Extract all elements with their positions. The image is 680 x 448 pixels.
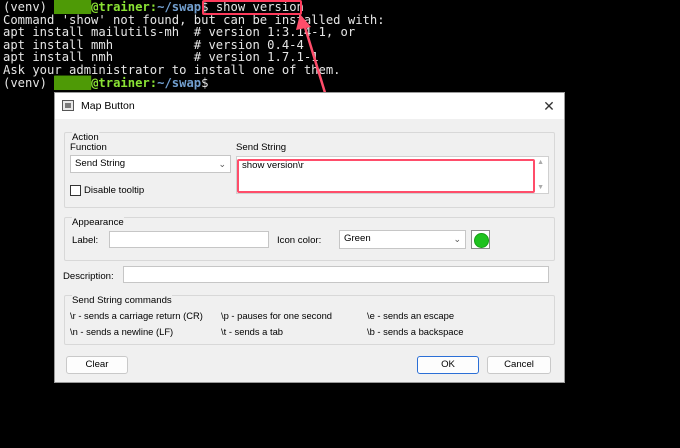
window-icon bbox=[62, 100, 74, 111]
chevron-down-icon: ⌄ bbox=[453, 234, 461, 244]
scroll-up-icon[interactable]: ▲ bbox=[537, 159, 544, 166]
command-help-text: \e - sends an escape bbox=[367, 310, 455, 321]
command-help-text: \r - sends a carriage return (CR) bbox=[70, 310, 203, 321]
command-help-text: \b - sends a backspace bbox=[367, 326, 464, 337]
ok-button[interactable]: OK bbox=[417, 356, 479, 374]
icon-color-label: Icon color: bbox=[277, 235, 322, 246]
map-button-dialog: Map Button ✕ Action Function Send String… bbox=[54, 92, 565, 383]
dialog-title: Map Button bbox=[81, 100, 135, 112]
icon-color-select[interactable]: Green ⌄ bbox=[339, 230, 466, 249]
command-help-text: \p - pauses for one second bbox=[221, 310, 333, 321]
disable-tooltip-label: Disable tooltip bbox=[84, 185, 145, 196]
redacted-username: █████ bbox=[54, 0, 92, 14]
close-button[interactable]: ✕ bbox=[540, 97, 558, 115]
chevron-down-icon: ⌄ bbox=[218, 159, 226, 169]
color-swatch-button[interactable] bbox=[471, 230, 490, 249]
terminal-line: apt install mailutils-mh # version 1:3.1… bbox=[3, 25, 356, 40]
cancel-button[interactable]: Cancel bbox=[487, 356, 551, 374]
terminal-prompt-line: (venv) █████@trainer:~/swap$ show versio… bbox=[3, 0, 304, 14]
label-input[interactable] bbox=[109, 231, 269, 248]
dialog-titlebar: Map Button ✕ bbox=[55, 93, 564, 119]
description-input[interactable] bbox=[123, 266, 549, 283]
description-label: Description: bbox=[63, 271, 114, 282]
send-string-highlight-box bbox=[237, 159, 535, 193]
command-help-text: \n - sends a newline (LF) bbox=[70, 326, 174, 337]
command-highlight-box bbox=[202, 0, 302, 15]
commands-group-title: Send String commands bbox=[72, 295, 172, 306]
terminal-prompt-line: (venv) █████@trainer:~/swap$ bbox=[3, 75, 209, 90]
function-select-value: Send String bbox=[75, 158, 126, 169]
disable-tooltip-checkbox[interactable] bbox=[70, 185, 81, 196]
function-label: Function bbox=[70, 142, 107, 153]
icon-color-value: Green bbox=[344, 233, 371, 244]
appearance-group-title: Appearance bbox=[72, 217, 124, 228]
redacted-username: █████ bbox=[54, 75, 92, 90]
clear-button[interactable]: Clear bbox=[66, 356, 128, 374]
send-string-label: Send String bbox=[236, 142, 287, 153]
function-select[interactable]: Send String ⌄ bbox=[70, 155, 231, 173]
command-help-text: \t - sends a tab bbox=[221, 326, 284, 337]
label-label: Label: bbox=[72, 235, 99, 246]
scroll-down-icon[interactable]: ▼ bbox=[537, 184, 544, 191]
